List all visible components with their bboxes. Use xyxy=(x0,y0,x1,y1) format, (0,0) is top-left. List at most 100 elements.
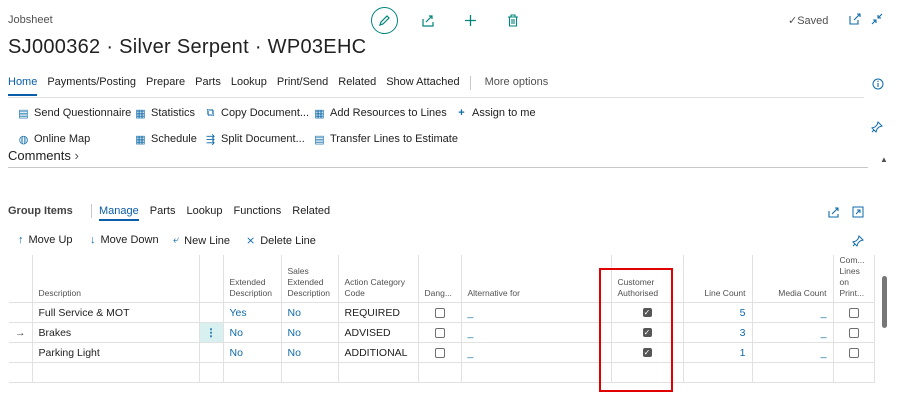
menu-parts[interactable]: Parts xyxy=(195,76,221,96)
alternative-for-cell[interactable]: _ xyxy=(461,322,612,343)
add-resources-action[interactable]: ▦ Add Resources to Lines xyxy=(314,107,447,120)
empty-cell[interactable] xyxy=(199,362,224,383)
line-count-cell[interactable]: 5 xyxy=(683,302,753,323)
tab-lookup[interactable]: Lookup xyxy=(186,205,222,221)
tab-manage[interactable]: Manage xyxy=(99,205,139,221)
dangerous-cell[interactable] xyxy=(418,322,462,343)
table-row[interactable]: → Brakes ⋮ No No ADVISED _ ✓ 3 _ xyxy=(9,322,875,343)
empty-cell[interactable] xyxy=(281,362,339,383)
row-selector[interactable]: → xyxy=(9,322,33,343)
menu-show-attached[interactable]: Show Attached xyxy=(386,76,459,96)
action-category-code-cell[interactable]: REQUIRED xyxy=(338,302,419,323)
media-count-cell[interactable]: _ xyxy=(752,342,834,363)
extended-description-cell[interactable]: No xyxy=(223,342,282,363)
comment-lines-checkbox[interactable] xyxy=(848,307,859,318)
comment-lines-checkbox[interactable] xyxy=(848,347,859,358)
empty-cell[interactable] xyxy=(338,362,419,383)
column-header-dangerous[interactable]: Dang... xyxy=(418,255,462,303)
column-header-comment-lines-on-print[interactable]: Com... Lines on Print... xyxy=(833,255,875,303)
pin-group-actions-button[interactable] xyxy=(851,234,864,247)
pin-actions-button[interactable] xyxy=(870,120,883,133)
menu-prepare[interactable]: Prepare xyxy=(146,76,185,96)
description-cell[interactable]: Brakes xyxy=(32,322,200,343)
column-header-alternative-for[interactable]: Alternative for xyxy=(461,255,612,303)
move-up-action[interactable]: ↑ Move Up xyxy=(18,234,73,246)
menu-lookup[interactable]: Lookup xyxy=(231,76,267,96)
empty-cell[interactable] xyxy=(418,362,462,383)
empty-cell[interactable] xyxy=(32,362,200,383)
row-menu-cell[interactable]: ⋮ xyxy=(199,322,224,343)
column-header-line-count[interactable]: Line Count xyxy=(683,255,753,303)
column-header-media-count[interactable]: Media Count xyxy=(752,255,834,303)
empty-cell[interactable] xyxy=(683,362,753,383)
group-share-button[interactable] xyxy=(827,205,840,218)
dangerous-checkbox[interactable] xyxy=(434,307,445,318)
dangerous-checkbox[interactable] xyxy=(434,327,445,338)
scroll-up-icon[interactable]: ▲ xyxy=(880,155,888,164)
assign-to-me-action[interactable]: + Assign to me xyxy=(456,107,535,119)
menu-more-options[interactable]: More options xyxy=(485,76,549,96)
row-selector[interactable] xyxy=(9,342,33,363)
dangerous-cell[interactable] xyxy=(418,342,462,363)
action-category-code-cell[interactable]: ADVISED xyxy=(338,322,419,343)
transfer-lines-action[interactable]: ▤ Transfer Lines to Estimate xyxy=(314,133,458,146)
description-cell[interactable]: Full Service & MOT xyxy=(32,302,200,323)
group-expand-button[interactable] xyxy=(851,205,864,218)
new-button[interactable] xyxy=(462,12,478,28)
media-count-cell[interactable]: _ xyxy=(752,322,834,343)
menu-home[interactable]: Home xyxy=(8,76,38,96)
more-options-icon[interactable]: ⋮ xyxy=(206,327,217,339)
row-menu-cell[interactable] xyxy=(199,342,224,363)
dangerous-checkbox[interactable] xyxy=(434,347,445,358)
empty-cell[interactable] xyxy=(752,362,834,383)
menu-print-send[interactable]: Print/Send xyxy=(277,76,328,96)
empty-cell[interactable] xyxy=(833,362,875,383)
delete-line-action[interactable]: ⨯ Delete Line xyxy=(246,234,316,248)
menu-related[interactable]: Related xyxy=(338,76,376,96)
tab-functions[interactable]: Functions xyxy=(234,205,282,221)
comment-lines-on-print-cell[interactable] xyxy=(833,342,875,363)
column-header-extended-description[interactable]: Extended Description xyxy=(223,255,282,303)
scrollbar-thumb[interactable] xyxy=(882,276,887,328)
empty-new-row[interactable] xyxy=(9,362,875,383)
collapse-button[interactable] xyxy=(870,12,884,26)
line-count-cell[interactable]: 3 xyxy=(683,322,753,343)
comment-lines-on-print-cell[interactable] xyxy=(833,322,875,343)
table-row[interactable]: Full Service & MOT Yes No REQUIRED _ ✓ 5… xyxy=(9,302,875,323)
edit-button[interactable] xyxy=(371,7,398,34)
line-count-cell[interactable]: 1 xyxy=(683,342,753,363)
comment-lines-on-print-cell[interactable] xyxy=(833,302,875,323)
row-selector[interactable] xyxy=(9,362,33,383)
send-questionnaire-action[interactable]: ▤ Send Questionnaire xyxy=(18,107,131,120)
media-count-cell[interactable]: _ xyxy=(752,302,834,323)
new-line-action[interactable]: ⤶ New Line xyxy=(173,234,230,247)
online-map-action[interactable]: ◍ Online Map xyxy=(18,133,91,146)
split-document-action[interactable]: ⇶ Split Document... xyxy=(205,133,305,146)
column-header-action-category-code[interactable]: Action Category Code xyxy=(338,255,419,303)
comments-section-header[interactable]: Comments › xyxy=(8,148,79,163)
column-header-sales-extended-description[interactable]: Sales Extended Description xyxy=(281,255,339,303)
action-category-code-cell[interactable]: ADDITIONAL xyxy=(338,342,419,363)
dangerous-cell[interactable] xyxy=(418,302,462,323)
row-selector[interactable] xyxy=(9,302,33,323)
menu-payments-posting[interactable]: Payments/Posting xyxy=(47,76,136,96)
move-down-action[interactable]: ↓ Move Down xyxy=(90,234,159,246)
comment-lines-checkbox[interactable] xyxy=(848,327,859,338)
statistics-action[interactable]: ▦ Statistics xyxy=(135,107,195,120)
delete-button[interactable] xyxy=(505,12,521,28)
row-menu-cell[interactable] xyxy=(199,302,224,323)
share-button[interactable] xyxy=(420,12,436,28)
tab-parts[interactable]: Parts xyxy=(150,205,176,221)
alternative-for-cell[interactable]: _ xyxy=(461,302,612,323)
tab-related[interactable]: Related xyxy=(292,205,330,221)
sales-extended-description-cell[interactable]: No xyxy=(281,302,339,323)
description-cell[interactable]: Parking Light xyxy=(32,342,200,363)
sales-extended-description-cell[interactable]: No xyxy=(281,322,339,343)
extended-description-cell[interactable]: Yes xyxy=(223,302,282,323)
schedule-action[interactable]: ▦ Schedule xyxy=(135,133,197,146)
extended-description-cell[interactable]: No xyxy=(223,322,282,343)
alternative-for-cell[interactable]: _ xyxy=(461,342,612,363)
empty-cell[interactable] xyxy=(461,362,612,383)
open-new-window-button[interactable] xyxy=(848,12,862,26)
info-button[interactable] xyxy=(871,77,884,90)
